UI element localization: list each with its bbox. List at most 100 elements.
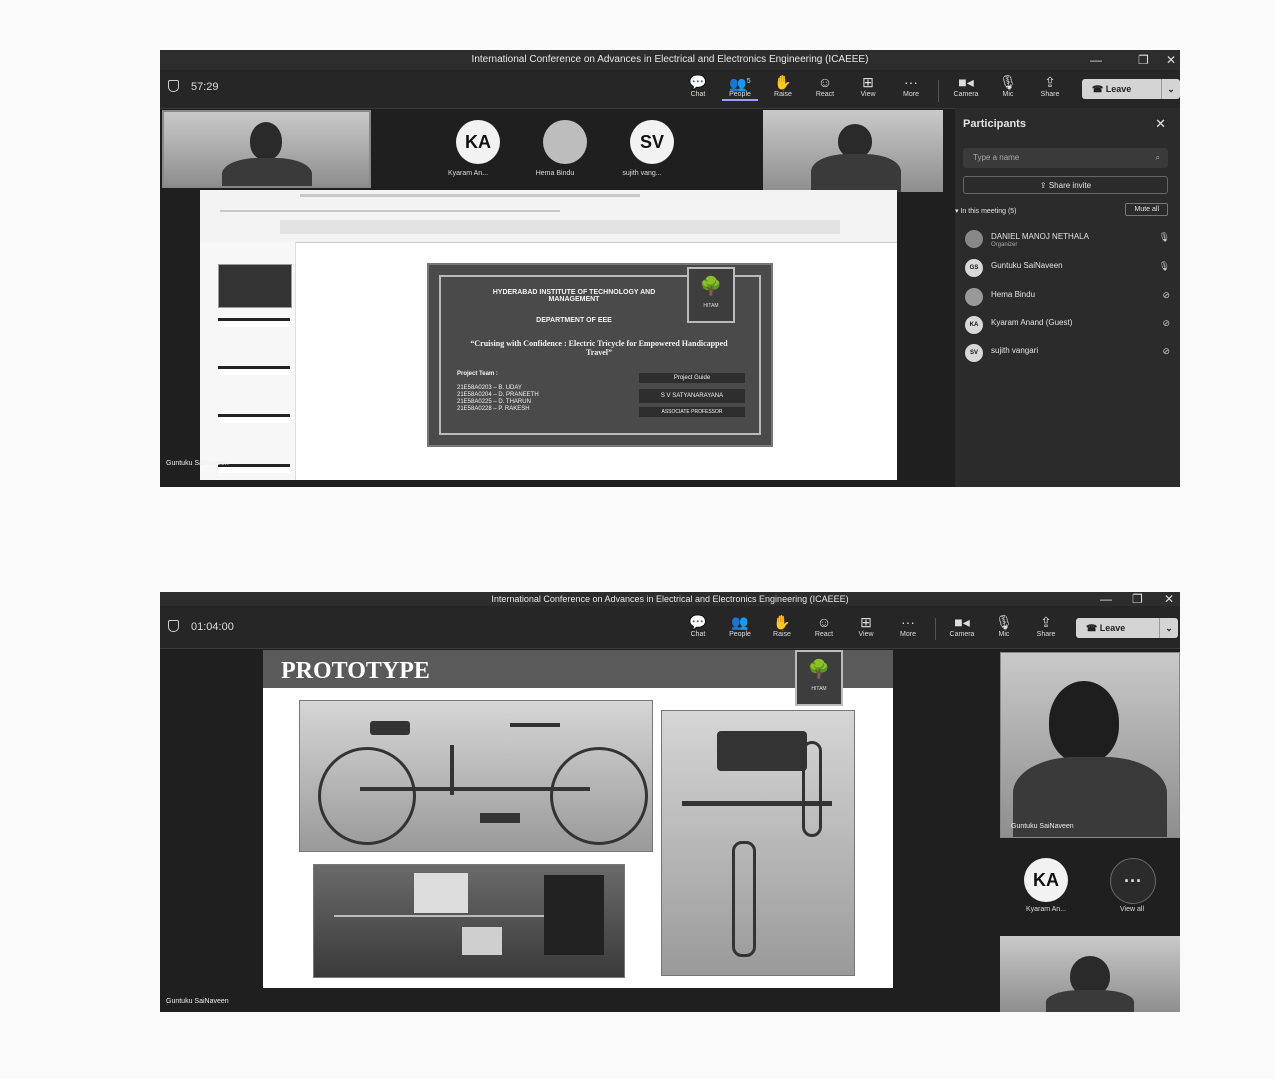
share-button[interactable]: ⇪ Share: [1028, 614, 1064, 638]
minimize-icon[interactable]: —: [1090, 50, 1102, 70]
gallery-label: Kyaram An...: [447, 170, 489, 177]
handlebar-shape: [510, 723, 560, 727]
smiley-icon: ☺: [816, 614, 832, 630]
share-icon: ⇪: [1039, 181, 1049, 190]
chat-icon: 💬: [689, 614, 707, 630]
frame-shape: [360, 787, 590, 791]
mic-muted-icon: ⊘: [1162, 346, 1170, 356]
ribbon-tabs: [220, 210, 560, 212]
search-input[interactable]: Type a name ⌕: [963, 148, 1168, 168]
slide-thumbnail[interactable]: [218, 318, 290, 327]
more-button[interactable]: ··· More: [890, 614, 926, 638]
slide-thumbnail[interactable]: [218, 414, 290, 423]
college-logo: 🌳 HITAM: [795, 650, 843, 706]
leave-button[interactable]: ☎ Leave ⌄: [1076, 618, 1178, 638]
people-icon: 👥5: [729, 75, 751, 92]
leave-button[interactable]: ☎ Leave ⌄: [1082, 79, 1180, 99]
avatar-hema-bindu[interactable]: [543, 120, 587, 164]
mic-button[interactable]: 🎙 Mic: [990, 74, 1026, 98]
close-window-icon[interactable]: ✕: [1164, 592, 1174, 606]
department-name: DEPARTMENT OF EEE: [536, 317, 612, 324]
footrest-shape: [480, 813, 520, 823]
seat-shape: [370, 721, 410, 735]
battery-shape: [544, 875, 604, 955]
avatar: [965, 230, 983, 248]
close-icon[interactable]: ✕: [1155, 116, 1166, 132]
electronics-photo: [313, 864, 625, 978]
chevron-down-icon[interactable]: ⌄: [1159, 618, 1178, 638]
people-button[interactable]: 👥5 People: [722, 74, 758, 101]
mute-all-button[interactable]: Mute all: [1125, 203, 1168, 216]
wire-shape: [334, 915, 544, 917]
chat-button[interactable]: 💬 Chat: [680, 74, 716, 98]
share-button[interactable]: ⇪ Share: [1032, 74, 1068, 98]
maximize-icon[interactable]: ❐: [1132, 592, 1143, 606]
minimize-icon[interactable]: —: [1100, 592, 1112, 606]
tree-icon: 🌳: [807, 659, 831, 679]
project-title: “Cruising with Confidence : Electric Tri…: [470, 339, 728, 357]
raise-hand-button[interactable]: ✋ Raise: [765, 74, 801, 98]
ellipsis-icon: ···: [901, 614, 915, 630]
avatar: [965, 288, 983, 306]
participant-row[interactable]: KA Kyaram Anand (Guest) ⊘: [965, 316, 1170, 336]
participant-row[interactable]: Hema Bindu ⊘: [965, 288, 1170, 308]
gallery-label: sujith vang...: [622, 170, 662, 177]
chat-button[interactable]: 💬 Chat: [680, 614, 716, 638]
guide-title: ASSOCIATE PROFESSOR: [639, 407, 745, 417]
share-icon: ⇪: [1044, 74, 1056, 90]
grid-icon: ⊞: [860, 614, 872, 630]
raise-hand-button[interactable]: ✋ Raise: [764, 614, 800, 638]
window-title: International Conference on Advances in …: [160, 50, 1180, 70]
toolbar-divider: [938, 80, 939, 102]
participant-video-right: [763, 110, 943, 192]
camera-icon: ■◂: [954, 614, 970, 630]
college-logo: 🌳 HITAM: [687, 267, 735, 323]
presenter-name: Guntuku SaiNaveen: [166, 460, 229, 467]
seat-shape: [717, 731, 807, 771]
view-button[interactable]: ⊞ View: [850, 74, 886, 98]
avatar-ka[interactable]: KA: [1024, 858, 1068, 902]
avatar: KA: [965, 316, 983, 334]
slide-thumbnail[interactable]: [218, 366, 290, 375]
tricycle-side-photo: [299, 700, 653, 852]
guide-heading: Project Guide: [639, 373, 745, 383]
react-button[interactable]: ☺ React: [807, 74, 843, 98]
react-button[interactable]: ☺ React: [806, 614, 842, 638]
view-button[interactable]: ⊞ View: [848, 614, 884, 638]
avatar-sv[interactable]: SV: [630, 120, 674, 164]
participant-row[interactable]: DANIEL MANOJ NETHALA Organizer 🎙: [965, 230, 1170, 250]
camera-button[interactable]: ■◂ Camera: [948, 74, 984, 98]
person-body: [222, 158, 312, 186]
participant-row[interactable]: GS Guntuku SaiNaveen 🎙: [965, 259, 1170, 279]
mic-muted-icon: ⊘: [1162, 318, 1170, 328]
view-all-button[interactable]: ···: [1110, 858, 1156, 904]
frame-shape: [450, 745, 454, 795]
maximize-icon[interactable]: ❐: [1138, 50, 1149, 70]
share-invite-button[interactable]: ⇪ Share invite: [963, 176, 1168, 194]
ellipsis-icon: ···: [904, 74, 918, 90]
institute-name: HYDERABAD INSTITUTE OF TECHNOLOGY AND MA…: [492, 289, 656, 303]
person-body: [1046, 990, 1134, 1012]
chevron-down-icon[interactable]: ⌄: [1161, 79, 1180, 99]
mic-muted-icon: ⊘: [1162, 290, 1170, 300]
search-icon: ⌕: [1155, 153, 1160, 162]
participant-row[interactable]: SV sujith vangari ⊘: [965, 344, 1170, 364]
mic-icon: 🎙: [1158, 261, 1170, 271]
wheel-shape: [550, 747, 648, 845]
camera-button[interactable]: ■◂ Camera: [944, 614, 980, 638]
video-name-label: Guntuku SaiNaveen: [1011, 823, 1074, 830]
mic-icon: 🎙: [999, 74, 1017, 90]
gallery-label: Hema Bindu: [535, 170, 575, 177]
camera-icon: ■◂: [958, 74, 974, 90]
ppt-titlebar: [300, 194, 640, 197]
prototype-slide: PROTOTYPE 🌳 HITAM: [263, 650, 893, 988]
mic-button[interactable]: 🎙 Mic: [986, 614, 1022, 638]
avatar-ka[interactable]: KA: [456, 120, 500, 164]
more-button[interactable]: ··· More: [893, 74, 929, 98]
wheel-shape: [732, 841, 756, 957]
in-meeting-section[interactable]: ▾ In this meeting (5): [955, 207, 1017, 215]
people-button[interactable]: 👥 People: [722, 614, 758, 638]
slide-thumbnail[interactable]: [218, 264, 292, 308]
close-window-icon[interactable]: ✕: [1166, 50, 1176, 70]
avatar: GS: [965, 259, 983, 277]
